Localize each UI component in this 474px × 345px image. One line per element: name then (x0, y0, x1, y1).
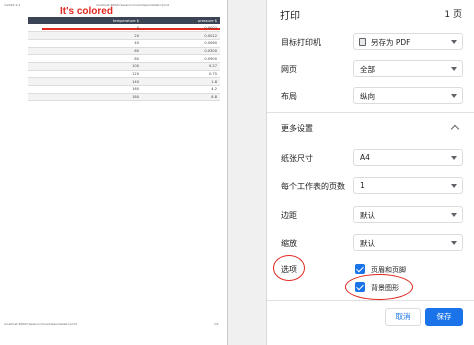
table-cell: 0.0012 (148, 31, 220, 40)
pages-per-sheet-select[interactable]: 1 (353, 177, 463, 194)
column-header-pressure: pressure $ (148, 17, 220, 24)
layout-value: 纵向 (360, 92, 375, 101)
print-preview-area: 1/2024 2:1 localhost:3000/?session=lorem… (0, 0, 266, 345)
table-cell: 100 (28, 62, 148, 71)
table-row: 20 0.0012 (28, 31, 220, 40)
table-cell: 0.0060 (148, 39, 220, 48)
layout-label: 布局 (281, 92, 297, 101)
table-cell: 0.0900 (148, 54, 220, 63)
chevron-down-icon (451, 213, 457, 217)
table-row: 140 1.8 (28, 77, 220, 86)
panel-title: 打印 (280, 11, 300, 22)
cancel-button[interactable]: 取消 (385, 308, 421, 326)
table-cell: 60 (28, 47, 148, 56)
chevron-down-icon (451, 67, 457, 71)
table-row: 80 0.0900 (28, 54, 220, 63)
save-button[interactable]: 保存 (425, 308, 463, 326)
table-cell: 140 (28, 77, 148, 86)
print-settings-panel: 打印 1 页 目标打印机 另存为 PDF 网页 全部 布局 纵向 更多设置 纸张… (266, 0, 474, 345)
annotation-label: It's colored (60, 6, 113, 17)
chevron-down-icon (451, 94, 457, 98)
table-row: 100 0.27 (28, 62, 220, 71)
chevron-down-icon (451, 156, 457, 160)
more-settings-toggle[interactable]: 更多设置 (281, 123, 313, 134)
table-cell: 20 (28, 31, 148, 40)
pages-select[interactable]: 全部 (353, 60, 463, 77)
destination-value: 另存为 PDF (371, 38, 411, 47)
paper-size-value: A4 (360, 153, 370, 162)
table-row: 40 0.0060 (28, 39, 220, 48)
table-cell: 0 (28, 24, 148, 33)
table-cell: 40 (28, 39, 148, 48)
table-cell: 0.75 (148, 70, 220, 79)
chevron-up-icon[interactable] (450, 124, 460, 134)
table-cell: 120 (28, 70, 148, 79)
margins-select[interactable]: 默认 (353, 206, 463, 223)
headers-footers-checkbox[interactable] (355, 264, 365, 274)
paper-size-label: 纸张尺寸 (281, 154, 313, 163)
preview-page: 1/2024 2:1 localhost:3000/?session=lorem… (0, 0, 228, 345)
background-graphics-annotation-circle (345, 274, 413, 300)
page-count: 1 页 (444, 10, 462, 20)
chevron-down-icon (451, 40, 457, 44)
table-cell: 80 (28, 54, 148, 63)
table-cell: 180 (28, 93, 148, 102)
scale-value: 默认 (360, 239, 375, 248)
table-cell: 0.0300 (148, 47, 220, 56)
table-cell: 160 (28, 85, 148, 94)
table-cell: 4.2 (148, 85, 220, 94)
layout-select[interactable]: 纵向 (353, 87, 463, 104)
scale-label: 缩放 (281, 239, 297, 248)
chevron-down-icon (451, 241, 457, 245)
page-footer-url: localhost:3000/?session=loremIpsum&tab=p… (4, 322, 77, 326)
margins-value: 默认 (360, 211, 375, 220)
footer-divider (267, 300, 474, 301)
table-cell: 0.27 (148, 62, 220, 71)
data-table: temperature $ pressure $ 0 0.0002 20 0.001… (28, 17, 220, 102)
page-footer-number: 1/1 (214, 322, 219, 326)
destination-select[interactable]: 另存为 PDF (353, 33, 463, 50)
options-annotation-circle (273, 255, 305, 281)
page-header-date: 1/2024 2:1 (4, 3, 21, 7)
pdf-file-icon (359, 38, 366, 46)
table-cell: 8.8 (148, 93, 220, 102)
column-header-temperature: temperature $ (28, 17, 148, 24)
pages-value: 全部 (360, 65, 375, 74)
pages-label: 网页 (281, 65, 297, 74)
table-row: 160 4.2 (28, 85, 220, 94)
table-row: 180 8.8 (28, 93, 220, 102)
paper-size-select[interactable]: A4 (353, 149, 463, 166)
table-row: 60 0.0300 (28, 47, 220, 56)
pages-per-sheet-label: 每个工作表的页数 (281, 182, 345, 191)
section-divider (267, 112, 474, 113)
table-row: 0 0.0002 (28, 24, 220, 33)
table-row: 120 0.75 (28, 70, 220, 79)
chevron-down-icon (451, 184, 457, 188)
table-cell: 0.0002 (148, 24, 220, 33)
destination-label: 目标打印机 (281, 38, 321, 47)
table-header-row: temperature $ pressure $ (28, 17, 220, 24)
table-cell: 1.8 (148, 77, 220, 86)
pages-per-sheet-value: 1 (360, 181, 365, 190)
margins-label: 边距 (281, 211, 297, 220)
scale-select[interactable]: 默认 (353, 234, 463, 251)
